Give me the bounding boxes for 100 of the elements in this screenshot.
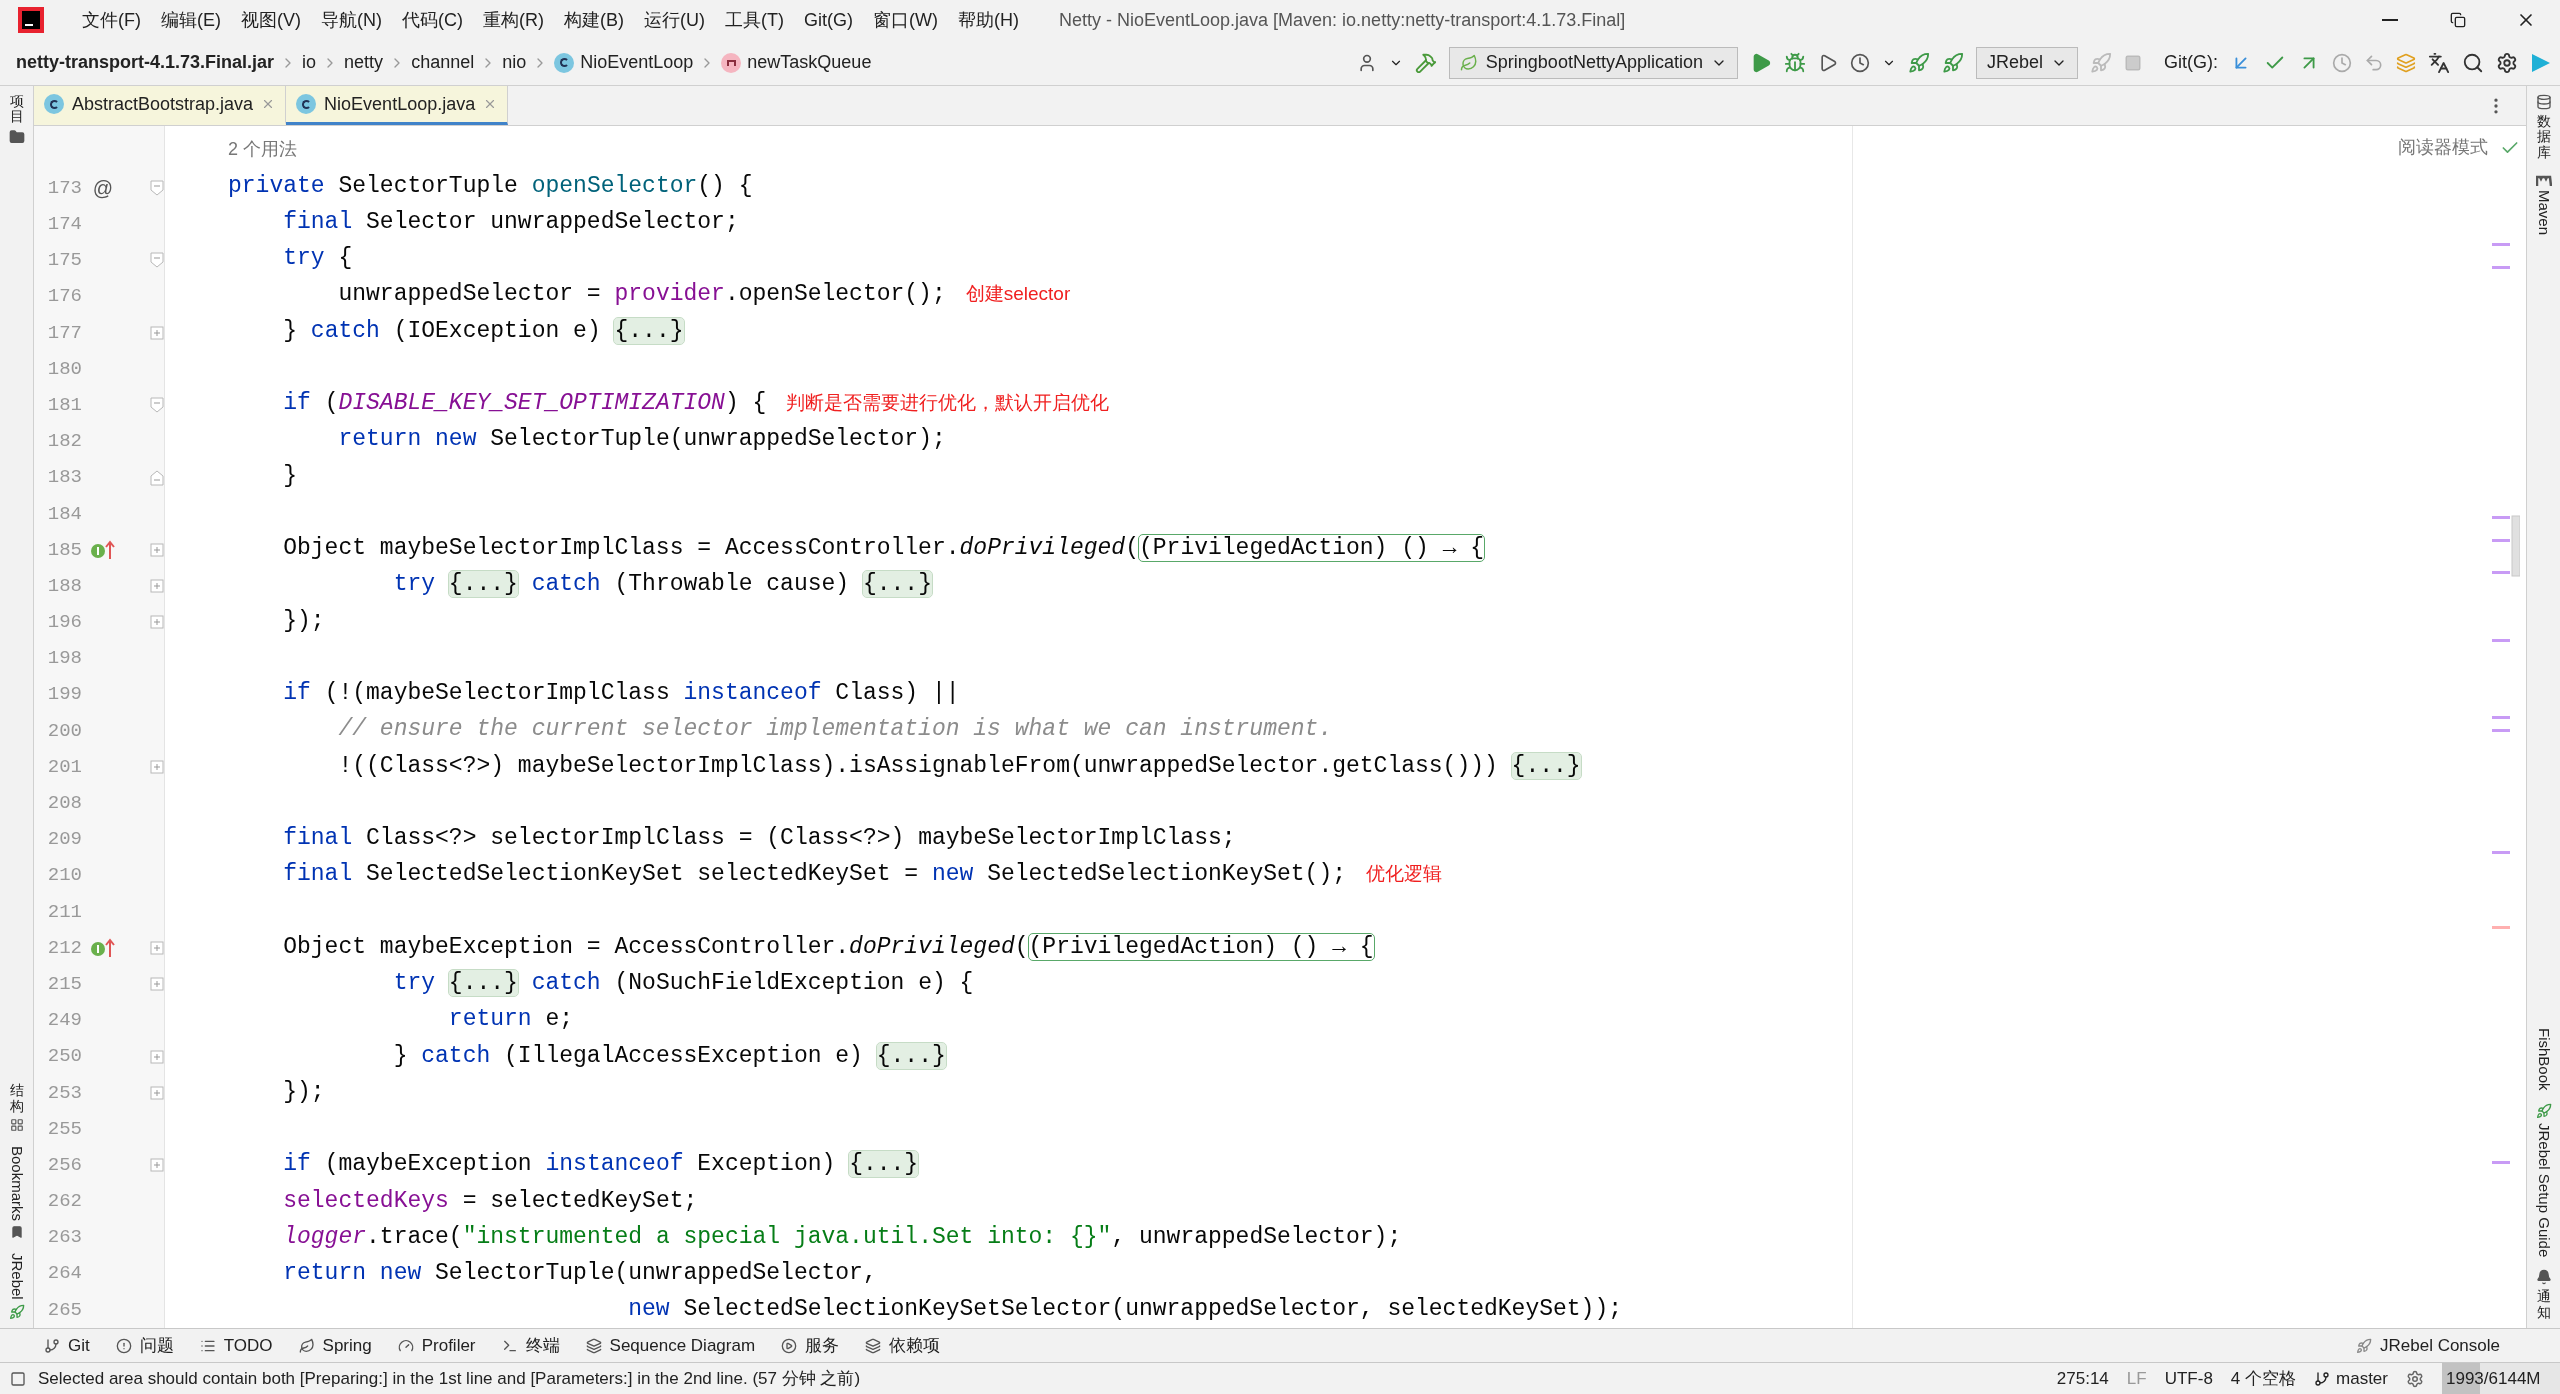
menu-item[interactable]: 视图(V) bbox=[241, 6, 301, 34]
expand-icon[interactable] bbox=[150, 1085, 164, 1100]
tool-window-tab[interactable]: FishBook bbox=[2532, 1028, 2555, 1091]
expand-icon[interactable] bbox=[150, 579, 164, 594]
rocket-icon[interactable] bbox=[1941, 51, 1964, 74]
expand-icon[interactable] bbox=[150, 325, 164, 340]
code-line: if (DISABLE_KEY_SET_OPTIMIZATION) { bbox=[282, 389, 767, 419]
history-icon[interactable] bbox=[2332, 52, 2352, 73]
search-icon[interactable] bbox=[2462, 51, 2484, 74]
menu-item[interactable]: 编辑(E) bbox=[161, 6, 221, 34]
fold-marker-icon[interactable] bbox=[150, 252, 164, 269]
expand-icon[interactable] bbox=[150, 542, 164, 557]
menu-item[interactable]: 重构(R) bbox=[483, 6, 544, 34]
gear-icon[interactable] bbox=[2406, 1369, 2424, 1388]
grid-icon[interactable] bbox=[9, 1118, 24, 1133]
menu-item[interactable]: 帮助(H) bbox=[957, 6, 1019, 34]
tool-window-button[interactable]: 服务 bbox=[781, 1332, 840, 1359]
settings-icon[interactable] bbox=[2496, 51, 2518, 74]
bell-icon[interactable] bbox=[2535, 1269, 2552, 1286]
fold-marker-icon[interactable] bbox=[150, 469, 164, 486]
breadcrumb-item[interactable]: channel bbox=[411, 49, 475, 76]
tool-window-button[interactable]: 问题 bbox=[115, 1332, 174, 1359]
git-branch[interactable]: master bbox=[2314, 1365, 2388, 1392]
editor-tab[interactable]: NioEventLoop.java bbox=[286, 86, 509, 125]
tool-window-button[interactable]: Profiler bbox=[397, 1332, 476, 1359]
rocket-icon[interactable] bbox=[2535, 1102, 2552, 1119]
code-line: try {...} catch (Throwable cause) {...} bbox=[392, 570, 932, 600]
expand-icon[interactable] bbox=[150, 941, 164, 956]
menu-item[interactable]: 窗口(W) bbox=[872, 6, 938, 34]
line-number: 185 bbox=[46, 537, 82, 563]
breadcrumb-item[interactable]: netty-transport-4.1.73.Final.jar bbox=[16, 49, 275, 76]
code-line: private SelectorTuple openSelector() { bbox=[228, 171, 753, 201]
tool-window-button[interactable]: 依赖项 bbox=[865, 1332, 941, 1359]
method-icon bbox=[721, 52, 742, 73]
breadcrumb-item[interactable]: newTaskQueue bbox=[721, 49, 872, 76]
tool-window-tab[interactable]: JRebel Setup Guide bbox=[2532, 1122, 2555, 1258]
run-config-dropdown[interactable]: SpringbootNettyApplication bbox=[1448, 46, 1738, 79]
bookmark-icon[interactable] bbox=[9, 1225, 24, 1240]
reader-mode-link[interactable]: 阅读器模式 bbox=[2398, 134, 2488, 161]
expand-icon[interactable] bbox=[150, 760, 164, 775]
tool-window-button[interactable]: JRebel Console bbox=[2356, 1332, 2500, 1359]
menu-item[interactable]: 构建(B) bbox=[564, 6, 624, 34]
menu-item[interactable]: 导航(N) bbox=[321, 6, 382, 34]
undo-icon[interactable] bbox=[2364, 52, 2384, 73]
line-number: 210 bbox=[46, 863, 82, 889]
menu-item[interactable]: Git(G) bbox=[803, 6, 853, 34]
menu-item[interactable]: 运行(U) bbox=[644, 6, 705, 34]
breadcrumb-item[interactable]: NioEventLoop bbox=[554, 49, 694, 76]
jrebel-dropdown[interactable]: JRebel bbox=[1975, 46, 2078, 79]
menu-item[interactable]: 工具(T) bbox=[725, 6, 784, 34]
folder-icon[interactable] bbox=[8, 128, 25, 145]
expand-icon[interactable] bbox=[150, 615, 164, 630]
tool-window-button[interactable]: Sequence Diagram bbox=[585, 1332, 756, 1359]
caret-position[interactable]: 275:14 bbox=[2056, 1365, 2109, 1392]
tool-window-button[interactable]: Git bbox=[44, 1332, 90, 1359]
tool-window-tab[interactable]: 结构 bbox=[9, 1083, 24, 1115]
indent-setting[interactable]: 4 个空格 bbox=[2230, 1365, 2297, 1392]
tool-window-button[interactable]: 终端 bbox=[501, 1332, 560, 1359]
code-line: // ensure the current selector implementation is what we can instrument. bbox=[337, 715, 1333, 745]
menu-item[interactable]: 文件(F) bbox=[82, 6, 141, 34]
rocket-icon[interactable] bbox=[1907, 51, 1930, 74]
tool-window-tab[interactable]: 项目 bbox=[9, 94, 24, 125]
rocket-icon[interactable] bbox=[8, 1304, 25, 1320]
breadcrumb-item[interactable]: nio bbox=[502, 49, 527, 76]
fold-marker-icon[interactable] bbox=[150, 180, 164, 197]
line-number: 262 bbox=[46, 1189, 82, 1215]
expand-icon[interactable] bbox=[150, 977, 164, 992]
plugin-logo-icon[interactable] bbox=[2530, 51, 2552, 74]
stop-icon[interactable] bbox=[2124, 53, 2142, 72]
editor-tab[interactable]: AbstractBootstrap.java bbox=[34, 86, 287, 125]
expand-icon[interactable] bbox=[150, 1158, 164, 1173]
tool-window-button[interactable]: Spring bbox=[298, 1332, 372, 1359]
panel-icon[interactable] bbox=[10, 1370, 26, 1387]
rocket-icon[interactable] bbox=[2090, 51, 2112, 74]
tool-window-tab[interactable]: 通知 bbox=[2536, 1289, 2551, 1320]
translate-icon[interactable] bbox=[2428, 51, 2450, 74]
usage-hint[interactable]: 2 个用法 bbox=[228, 132, 297, 168]
debug-icon[interactable] bbox=[1783, 51, 1806, 74]
implements-icon[interactable] bbox=[90, 538, 116, 561]
class-icon bbox=[554, 52, 575, 73]
tool-window-tab[interactable]: Bookmarks bbox=[5, 1146, 28, 1222]
memory-indicator[interactable]: 1993/6144M bbox=[2442, 1362, 2560, 1394]
file-encoding[interactable]: UTF-8 bbox=[2164, 1365, 2213, 1392]
branch-icon bbox=[44, 1337, 60, 1354]
fold-marker-icon[interactable] bbox=[150, 397, 164, 414]
expand-icon[interactable] bbox=[150, 1049, 164, 1064]
tool-window-tab[interactable]: Maven bbox=[2532, 190, 2555, 236]
implements-icon[interactable] bbox=[90, 937, 116, 960]
clock-icon[interactable] bbox=[1849, 52, 1870, 73]
menu-item[interactable]: 代码(C) bbox=[402, 6, 463, 34]
breadcrumb-item[interactable]: io bbox=[302, 49, 317, 76]
hammer-icon[interactable] bbox=[1414, 51, 1437, 74]
tool-window-tab[interactable]: JRebel bbox=[5, 1253, 28, 1300]
gutter-marker[interactable]: @ bbox=[92, 173, 114, 204]
breadcrumb-item[interactable]: netty bbox=[344, 49, 384, 76]
tool-window-button[interactable]: TODO bbox=[199, 1332, 273, 1359]
database-icon[interactable] bbox=[2535, 94, 2552, 110]
diagram-icon[interactable] bbox=[2396, 52, 2416, 73]
git-label: Git(G): bbox=[2164, 51, 2218, 74]
tool-window-tab[interactable]: 数据库 bbox=[2536, 114, 2551, 161]
